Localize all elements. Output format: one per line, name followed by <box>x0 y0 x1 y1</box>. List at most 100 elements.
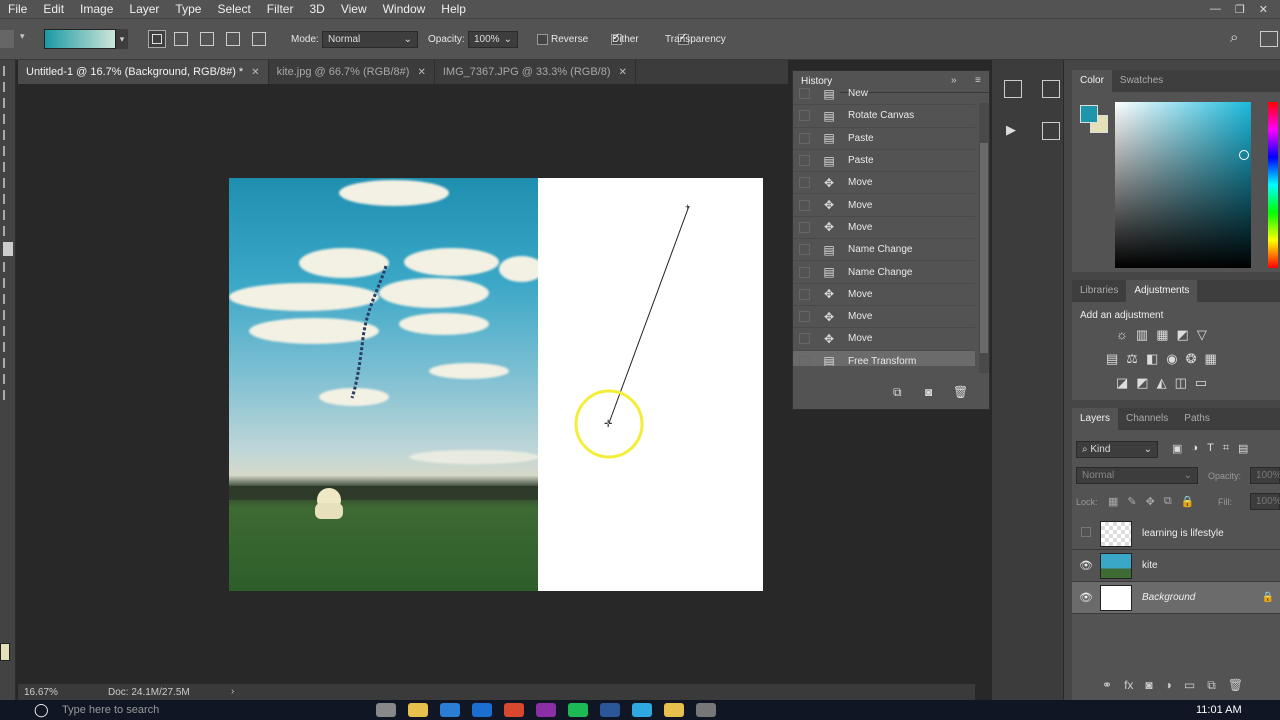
close-icon[interactable]: ✕ <box>619 67 627 78</box>
menu-help[interactable]: Help <box>433 0 474 18</box>
swap-colors-icon[interactable] <box>3 390 11 400</box>
chevron-right-icon[interactable]: › <box>231 686 234 697</box>
menu-filter[interactable]: Filter <box>259 0 302 18</box>
stamp-tool-icon[interactable] <box>3 194 11 204</box>
adjustment-filter-icon[interactable]: ◑ <box>1191 442 1198 455</box>
restore-icon[interactable]: ❐ <box>1235 3 1245 16</box>
gradient-tool-icon[interactable] <box>3 242 13 256</box>
tab-img-7367[interactable]: IMG_7367.JPG @ 33.3% (RGB/8) ✕ <box>435 60 636 84</box>
camera-icon[interactable]: ◙ <box>925 385 932 399</box>
lasso-tool-icon[interactable] <box>3 98 11 108</box>
pixel-filter-icon[interactable]: ▣ <box>1172 442 1182 455</box>
layer-row[interactable]: learning is lifestyle <box>1072 518 1280 550</box>
properties-panel-icon[interactable] <box>1042 80 1060 98</box>
radial-gradient-button[interactable] <box>174 32 188 46</box>
pen-tool-icon[interactable] <box>3 294 11 304</box>
actions-panel-icon[interactable] <box>1042 122 1060 140</box>
color-picker-handle[interactable] <box>1239 150 1249 160</box>
history-item-selected[interactable]: ▤ Free Transform <box>793 350 975 366</box>
edge-icon[interactable] <box>440 703 460 717</box>
history-panel-icon[interactable] <box>1004 80 1022 98</box>
history-item[interactable]: ✥ Move <box>793 306 975 329</box>
menu-edit[interactable]: Edit <box>35 0 72 18</box>
hand-tool-icon[interactable] <box>3 358 11 368</box>
spotify-icon[interactable] <box>568 703 588 717</box>
gradient-dropdown-icon[interactable]: ▾ <box>116 29 128 49</box>
healing-tool-icon[interactable] <box>3 162 11 172</box>
foreground-color-swatch[interactable] <box>1080 105 1098 123</box>
new-group-icon[interactable]: ▭ <box>1184 678 1195 693</box>
angle-gradient-button[interactable] <box>200 32 214 46</box>
chevron-down-icon[interactable]: ▾ <box>20 31 28 42</box>
chrome-icon[interactable] <box>504 703 524 717</box>
lock-transparent-icon[interactable]: ▦ <box>1108 495 1118 508</box>
history-item[interactable]: ▤ Rotate Canvas <box>793 105 975 128</box>
blur-tool-icon[interactable] <box>3 262 11 272</box>
taskbar-search[interactable]: Type here to search <box>62 704 159 716</box>
tab-libraries[interactable]: Libraries <box>1072 280 1126 302</box>
history-item[interactable]: ✥ Move <box>793 217 975 240</box>
dodge-tool-icon[interactable] <box>3 278 11 288</box>
folder-icon[interactable] <box>664 703 684 717</box>
crop-tool-icon[interactable] <box>3 130 11 140</box>
menu-image[interactable]: Image <box>72 0 121 18</box>
close-icon[interactable]: ✕ <box>1259 3 1268 16</box>
layer-opacity-field[interactable]: 100% <box>1250 467 1280 484</box>
vibrance-icon[interactable]: ▽ <box>1197 327 1207 343</box>
tool-preset-icon[interactable] <box>0 30 14 48</box>
eye-icon[interactable]: 👁 <box>1072 591 1100 604</box>
tab-adjustments[interactable]: Adjustments <box>1126 280 1198 302</box>
menu-select[interactable]: Select <box>209 0 258 18</box>
posterize-icon[interactable]: ◩ <box>1136 375 1148 391</box>
lock-pixels-icon[interactable]: ✎ <box>1127 495 1136 508</box>
menu-3d[interactable]: 3D <box>301 0 332 18</box>
color-field[interactable] <box>1115 102 1251 268</box>
type-tool-icon[interactable] <box>3 310 11 320</box>
menu-window[interactable]: Window <box>375 0 434 18</box>
workspace-icon[interactable] <box>1260 31 1278 47</box>
smart-object-filter-icon[interactable]: ▤ <box>1238 442 1248 455</box>
history-item[interactable]: ▤ Paste <box>793 150 975 173</box>
layer-name[interactable]: Background <box>1142 592 1262 603</box>
reflected-gradient-button[interactable] <box>226 32 240 46</box>
curves-icon[interactable]: ▦ <box>1156 327 1168 343</box>
history-item[interactable]: ✥ Move <box>793 194 975 217</box>
document-canvas[interactable]: + ✛ <box>229 178 763 591</box>
shape-tool-icon[interactable] <box>3 342 11 352</box>
menu-type[interactable]: Type <box>167 0 209 18</box>
history-item[interactable]: ▤ Name Change <box>793 239 975 262</box>
play-icon[interactable]: ▶ <box>1006 122 1016 138</box>
file-explorer-icon[interactable] <box>408 703 428 717</box>
opacity-field[interactable]: 100% ⌄ <box>468 31 518 48</box>
minimize-icon[interactable]: — <box>1210 3 1221 15</box>
search-icon[interactable]: ⌕ <box>1230 29 1238 46</box>
quick-select-tool-icon[interactable] <box>3 114 11 124</box>
lock-all-icon[interactable]: 🔒 <box>1181 495 1195 508</box>
brush-tool-icon[interactable] <box>3 178 11 188</box>
new-layer-icon[interactable]: ⧉ <box>1207 678 1216 693</box>
marquee-tool-icon[interactable] <box>3 82 11 92</box>
search-icon[interactable]: ◯ <box>34 702 49 718</box>
linear-gradient-button[interactable] <box>148 30 166 48</box>
reverse-checkbox[interactable] <box>537 33 548 45</box>
history-brush-tool-icon[interactable] <box>3 210 11 220</box>
task-view-icon[interactable] <box>376 703 396 717</box>
fx-icon[interactable]: fx <box>1124 678 1133 693</box>
photos-icon[interactable] <box>696 703 716 717</box>
type-filter-icon[interactable]: T <box>1207 442 1214 455</box>
zoom-tool-icon[interactable] <box>3 374 11 384</box>
visibility-toggle[interactable] <box>1072 527 1100 540</box>
photoshop-icon[interactable] <box>632 703 652 717</box>
menu-file[interactable]: File <box>0 0 35 18</box>
layer-name[interactable]: learning is lifestyle <box>1142 528 1224 539</box>
history-item[interactable]: ▤ Paste <box>793 128 975 150</box>
history-item[interactable]: ✥ Move <box>793 172 975 195</box>
trash-icon[interactable]: 🗑 <box>953 385 968 399</box>
link-layers-icon[interactable]: ⚭ <box>1102 678 1112 693</box>
history-item[interactable]: ▤ Name Change <box>793 261 975 284</box>
tab-color[interactable]: Color <box>1072 70 1112 92</box>
black-white-icon[interactable]: ◧ <box>1146 351 1158 367</box>
gradient-map-icon[interactable]: ▭ <box>1195 375 1207 391</box>
onenote-icon[interactable] <box>536 703 556 717</box>
close-icon[interactable]: ✕ <box>417 67 425 78</box>
